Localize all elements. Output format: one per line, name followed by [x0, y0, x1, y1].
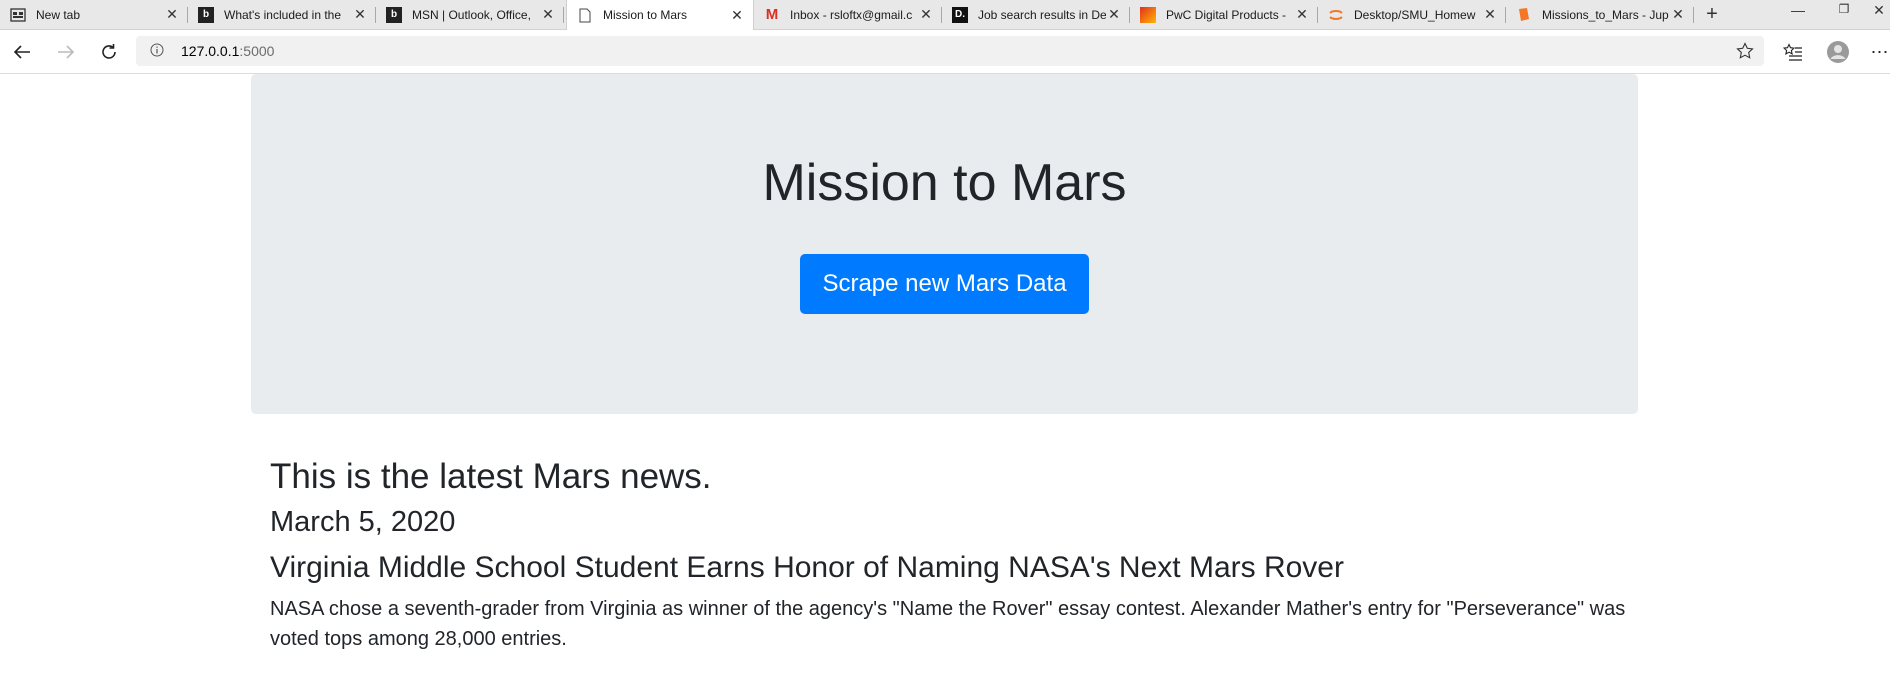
profile-avatar[interactable] [1826, 40, 1850, 64]
news-title: Virginia Middle School Student Earns Hon… [270, 551, 1344, 584]
scrape-button[interactable]: Scrape new Mars Data [800, 254, 1089, 314]
info-icon[interactable] [150, 43, 164, 57]
close-icon[interactable]: ✕ [164, 6, 180, 23]
tab-label: Desktop/SMU_Homew [1354, 7, 1476, 22]
url-host: 127.0.0.1 [181, 43, 240, 59]
refresh-icon[interactable] [95, 38, 123, 66]
close-icon[interactable]: ✕ [1294, 6, 1310, 23]
tab-label: Mission to Mars [603, 8, 688, 22]
address-bar[interactable]: 127.0.0.1:5000 [136, 36, 1764, 66]
forward-arrow-icon[interactable] [52, 38, 80, 66]
pwc-icon [1140, 6, 1156, 23]
dice-icon: D. [952, 6, 968, 23]
bing-icon: b [198, 6, 214, 23]
close-icon[interactable]: ✕ [1106, 6, 1122, 23]
favorite-star-icon[interactable] [1736, 42, 1754, 60]
url-port: :5000 [239, 43, 275, 59]
page-title: Mission to Mars [762, 154, 1127, 212]
gmail-icon: M [765, 6, 779, 23]
tab-job-search[interactable]: D. Job search results in De ✕ [942, 0, 1130, 29]
url-text: 127.0.0.1:5000 [181, 43, 274, 59]
tab-strip: New tab ✕ b What's included in the ✕ b M… [0, 0, 1890, 30]
close-icon[interactable]: ✕ [918, 6, 934, 23]
more-options-icon[interactable]: ⋯ [1870, 40, 1890, 64]
back-arrow-icon[interactable] [8, 38, 36, 66]
close-icon[interactable]: ✕ [1482, 6, 1498, 23]
close-icon[interactable]: ✕ [540, 6, 556, 23]
tab-label: Inbox - rsloftx@gmail.c [790, 7, 913, 22]
tab-missions-jupyter[interactable]: Missions_to_Mars - Jup ✕ [1506, 0, 1694, 29]
close-icon[interactable]: ✕ [352, 6, 368, 23]
close-window-icon[interactable]: ✕ [1868, 2, 1890, 24]
news-paragraph: NASA chose a seventh-grader from Virgini… [270, 598, 1626, 650]
bing-icon: b [386, 6, 402, 23]
tab-inbox[interactable]: M Inbox - rsloftx@gmail.c ✕ [754, 0, 942, 29]
tab-desktop-smu[interactable]: Desktop/SMU_Homew ✕ [1318, 0, 1506, 29]
tab-new-tab[interactable]: New tab ✕ [0, 0, 188, 29]
minimize-icon[interactable]: — [1778, 2, 1818, 24]
news-heading: This is the latest Mars news. [270, 457, 712, 496]
tab-label: Missions_to_Mars - Jup [1542, 7, 1669, 22]
browser-toolbar: 127.0.0.1:5000 ⋯ [0, 30, 1890, 74]
new-tab-plus-icon[interactable]: + [1701, 3, 1723, 25]
tab-msn[interactable]: b MSN | Outlook, Office, ✕ [376, 0, 564, 29]
close-icon[interactable]: ✕ [1670, 6, 1686, 23]
tab-mission-to-mars[interactable]: Mission to Mars ✕ [566, 0, 754, 30]
tab-label: What's included in the [224, 7, 342, 22]
news-section: This is the latest Mars news. March 5, 2… [270, 456, 1630, 654]
news-date: March 5, 2020 [270, 506, 456, 538]
tab-label: Job search results in De [978, 7, 1106, 22]
jumbotron: Mission to Mars [251, 74, 1638, 414]
tab-pwc[interactable]: PwC Digital Products - ✕ [1130, 0, 1318, 29]
page-icon [577, 7, 593, 23]
favorites-icon[interactable] [1781, 40, 1805, 64]
tab-label: MSN | Outlook, Office, [412, 7, 531, 22]
tab-whats-included[interactable]: b What's included in the ✕ [188, 0, 376, 29]
restore-icon[interactable]: ❐ [1824, 2, 1864, 24]
newtab-icon [10, 7, 26, 23]
close-icon[interactable]: ✕ [729, 7, 745, 24]
jupyter-book-icon [1516, 7, 1532, 23]
tab-label: PwC Digital Products - [1166, 7, 1287, 22]
jupyter-icon [1328, 7, 1344, 23]
tab-label: New tab [36, 7, 81, 22]
